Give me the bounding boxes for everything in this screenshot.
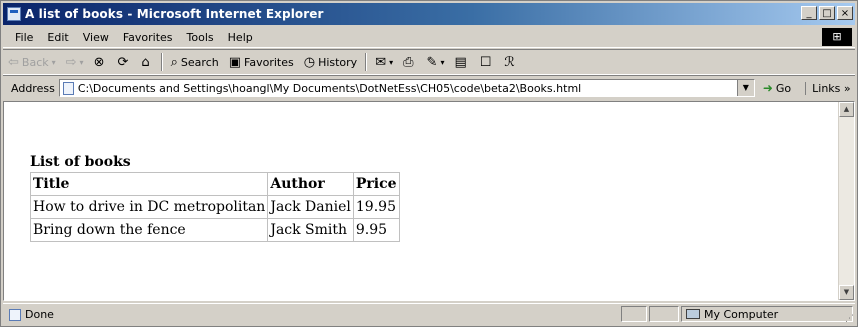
refresh-icon: ⟳ bbox=[117, 54, 129, 70]
history-icon: ◷ bbox=[303, 54, 316, 70]
edit-icon: ✎ bbox=[426, 54, 438, 70]
table-row: How to drive in DC metropolitan Jack Dan… bbox=[29, 195, 400, 219]
address-bar: Address C:\Documents and Settings\hoangl… bbox=[3, 75, 855, 100]
title-bar: A list of books - Microsoft Internet Exp… bbox=[3, 3, 855, 25]
close-button[interactable]: × bbox=[837, 6, 853, 20]
browser-window: A list of books - Microsoft Internet Exp… bbox=[0, 0, 858, 327]
zone-label: My Computer bbox=[704, 307, 779, 321]
research-button[interactable]: ℛ bbox=[499, 55, 522, 70]
discuss-button[interactable]: ▤ bbox=[449, 55, 474, 70]
ie-page-icon bbox=[7, 7, 21, 21]
search-button[interactable]: ⌕ Search bbox=[166, 55, 224, 70]
window-title: A list of books - Microsoft Internet Exp… bbox=[25, 7, 324, 21]
mail-icon: ✉ bbox=[375, 54, 387, 70]
messenger-button[interactable]: ☐ bbox=[475, 55, 500, 70]
menu-help[interactable]: Help bbox=[221, 31, 260, 44]
messenger-icon: ☐ bbox=[479, 54, 492, 70]
address-label: Address bbox=[11, 81, 55, 95]
status-bar: Done My Computer ⋰ bbox=[3, 303, 855, 325]
column-header-price: Price bbox=[352, 172, 400, 196]
favorites-folder-icon: ▣ bbox=[228, 54, 242, 70]
column-header-title: Title bbox=[29, 172, 269, 196]
research-icon: ℛ bbox=[504, 54, 515, 70]
chevron-right-icon: » bbox=[843, 81, 851, 95]
toolbar-separator bbox=[365, 53, 368, 71]
page-icon bbox=[62, 81, 74, 95]
back-arrow-icon: ⇦ bbox=[8, 54, 19, 70]
home-button[interactable]: ⌂ bbox=[136, 55, 157, 70]
search-icon: ⌕ bbox=[170, 54, 178, 70]
edit-dropdown-icon: ▾ bbox=[440, 57, 445, 67]
edit-button[interactable]: ✎ ▾ bbox=[422, 55, 450, 70]
computer-icon bbox=[686, 309, 700, 319]
status-panel bbox=[649, 306, 679, 322]
favorites-label: Favorites bbox=[244, 55, 294, 69]
print-button[interactable]: ⎙ bbox=[398, 55, 421, 70]
page-done-icon bbox=[9, 308, 21, 321]
address-dropdown-icon[interactable]: ▼ bbox=[736, 80, 754, 96]
book-author-cell: Jack Daniel bbox=[267, 195, 354, 219]
stop-button[interactable]: ⊗ bbox=[89, 55, 113, 70]
go-arrow-icon: ➜ bbox=[762, 81, 773, 95]
back-label: Back bbox=[21, 55, 49, 69]
mail-button[interactable]: ✉ ▾ bbox=[370, 55, 398, 70]
security-zone: My Computer bbox=[681, 306, 853, 322]
links-button[interactable]: Links » bbox=[805, 81, 851, 95]
print-icon: ⎙ bbox=[403, 54, 414, 70]
toolbar-separator bbox=[160, 53, 163, 71]
status-panel bbox=[621, 306, 647, 322]
book-title-cell: Bring down the fence bbox=[29, 218, 269, 242]
forward-button[interactable]: ⇨ ▾ bbox=[61, 55, 89, 70]
scroll-up-icon[interactable]: ▲ bbox=[839, 102, 854, 117]
book-price-cell: 19.95 bbox=[352, 195, 400, 219]
mail-dropdown-icon: ▾ bbox=[389, 57, 394, 67]
menu-favorites[interactable]: Favorites bbox=[116, 31, 180, 44]
search-label: Search bbox=[180, 55, 219, 69]
back-button[interactable]: ⇦ Back ▾ bbox=[3, 55, 61, 70]
book-title-cell: How to drive in DC metropolitan bbox=[29, 195, 269, 219]
refresh-button[interactable]: ⟳ bbox=[112, 55, 136, 70]
page-content: List of books Title Author Price How to … bbox=[29, 154, 400, 242]
status-text: Done bbox=[25, 308, 54, 321]
menu-tools[interactable]: Tools bbox=[180, 31, 221, 44]
forward-dropdown-icon: ▾ bbox=[79, 57, 84, 67]
forward-arrow-icon: ⇨ bbox=[65, 54, 77, 70]
page-heading: List of books bbox=[30, 154, 131, 170]
back-dropdown-icon: ▾ bbox=[51, 57, 56, 67]
book-author-cell: Jack Smith bbox=[267, 218, 354, 242]
maximize-button[interactable]: □ bbox=[819, 6, 835, 20]
book-price-cell: 9.95 bbox=[352, 218, 400, 242]
favorites-button[interactable]: ▣ Favorites bbox=[224, 55, 299, 70]
scroll-down-icon[interactable]: ▼ bbox=[839, 285, 854, 300]
address-url: C:\Documents and Settings\hoangl\My Docu… bbox=[77, 81, 582, 95]
address-input[interactable]: C:\Documents and Settings\hoangl\My Docu… bbox=[58, 79, 755, 97]
menu-view[interactable]: View bbox=[76, 31, 116, 44]
menu-file[interactable]: File bbox=[3, 31, 40, 44]
page-viewport: List of books Title Author Price How to … bbox=[3, 101, 855, 301]
menu-edit[interactable]: Edit bbox=[40, 31, 75, 44]
window-controls: _ □ × bbox=[801, 6, 853, 20]
history-label: History bbox=[318, 55, 358, 69]
history-button[interactable]: ◷ History bbox=[299, 55, 362, 70]
discuss-icon: ▤ bbox=[454, 54, 467, 70]
standard-toolbar: ⇦ Back ▾ ⇨ ▾ ⊗ ⟳ ⌂ ⌕ Search ▣ Favorites … bbox=[3, 49, 855, 75]
vertical-scrollbar[interactable]: ▲ ▼ bbox=[838, 102, 854, 300]
links-label: Links bbox=[812, 81, 841, 95]
column-header-author: Author bbox=[267, 172, 354, 196]
minimize-button[interactable]: _ bbox=[801, 6, 817, 20]
go-label: Go bbox=[775, 81, 792, 95]
books-table: Title Author Price How to drive in DC me… bbox=[29, 172, 400, 242]
go-button[interactable]: ➜ Go bbox=[763, 81, 791, 95]
menu-bar: File Edit View Favorites Tools Help ⊞ bbox=[3, 27, 855, 48]
home-icon: ⌂ bbox=[141, 54, 150, 70]
table-row: Bring down the fence Jack Smith 9.95 bbox=[29, 218, 400, 242]
resize-grip-icon[interactable]: ⋰ bbox=[845, 314, 854, 324]
stop-icon: ⊗ bbox=[93, 54, 105, 70]
table-header-row: Title Author Price bbox=[29, 172, 400, 196]
windows-logo-icon: ⊞ bbox=[822, 28, 852, 46]
